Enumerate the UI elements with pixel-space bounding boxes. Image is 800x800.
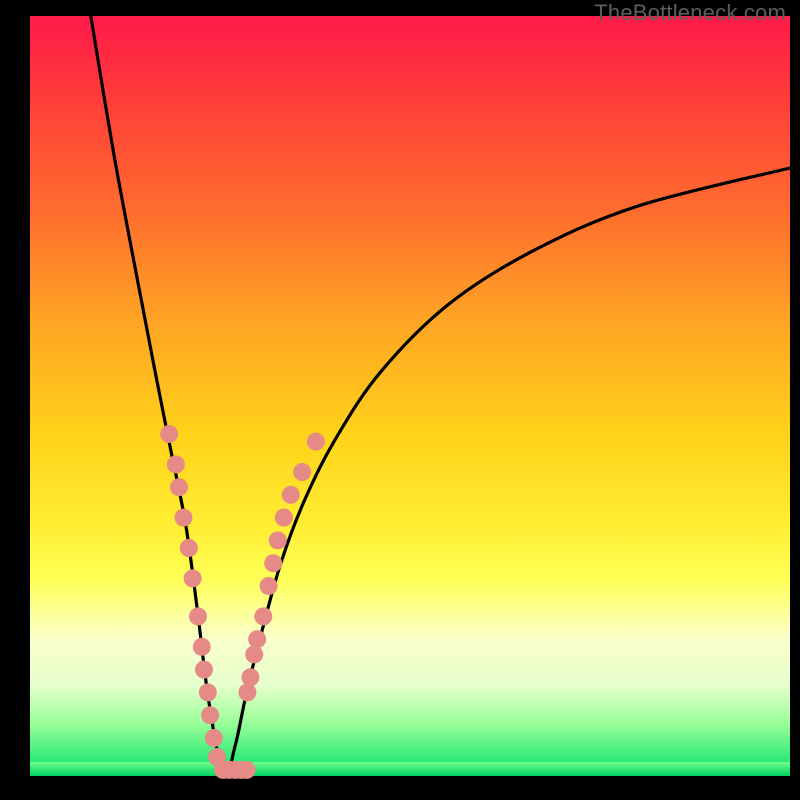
curve-marker xyxy=(238,761,256,779)
curve-marker xyxy=(199,683,217,701)
curve-marker xyxy=(293,463,311,481)
chart-stage: TheBottleneck.com xyxy=(0,0,800,800)
curve-marker xyxy=(282,486,300,504)
curve-marker xyxy=(238,683,256,701)
watermark-text: TheBottleneck.com xyxy=(594,0,786,26)
curve-marker xyxy=(307,433,325,451)
bottleneck-curve-svg xyxy=(30,16,790,776)
curve-marker xyxy=(160,425,178,443)
curve-marker xyxy=(269,531,287,549)
curve-marker xyxy=(205,729,223,747)
curve-marker xyxy=(195,661,213,679)
curve-marker xyxy=(193,638,211,656)
curve-marker xyxy=(260,577,278,595)
curve-marker xyxy=(167,455,185,473)
curve-marker xyxy=(241,668,259,686)
curve-marker xyxy=(175,509,193,527)
bottleneck-curve xyxy=(91,16,790,777)
curve-marker xyxy=(248,630,266,648)
curve-marker xyxy=(184,569,202,587)
plot-area xyxy=(30,16,790,776)
curve-marker xyxy=(201,706,219,724)
curve-marker xyxy=(254,607,272,625)
curve-marker xyxy=(245,645,263,663)
curve-marker xyxy=(170,478,188,496)
curve-marker xyxy=(275,509,293,527)
curve-marker xyxy=(189,607,207,625)
curve-marker xyxy=(180,539,198,557)
curve-marker xyxy=(264,554,282,572)
